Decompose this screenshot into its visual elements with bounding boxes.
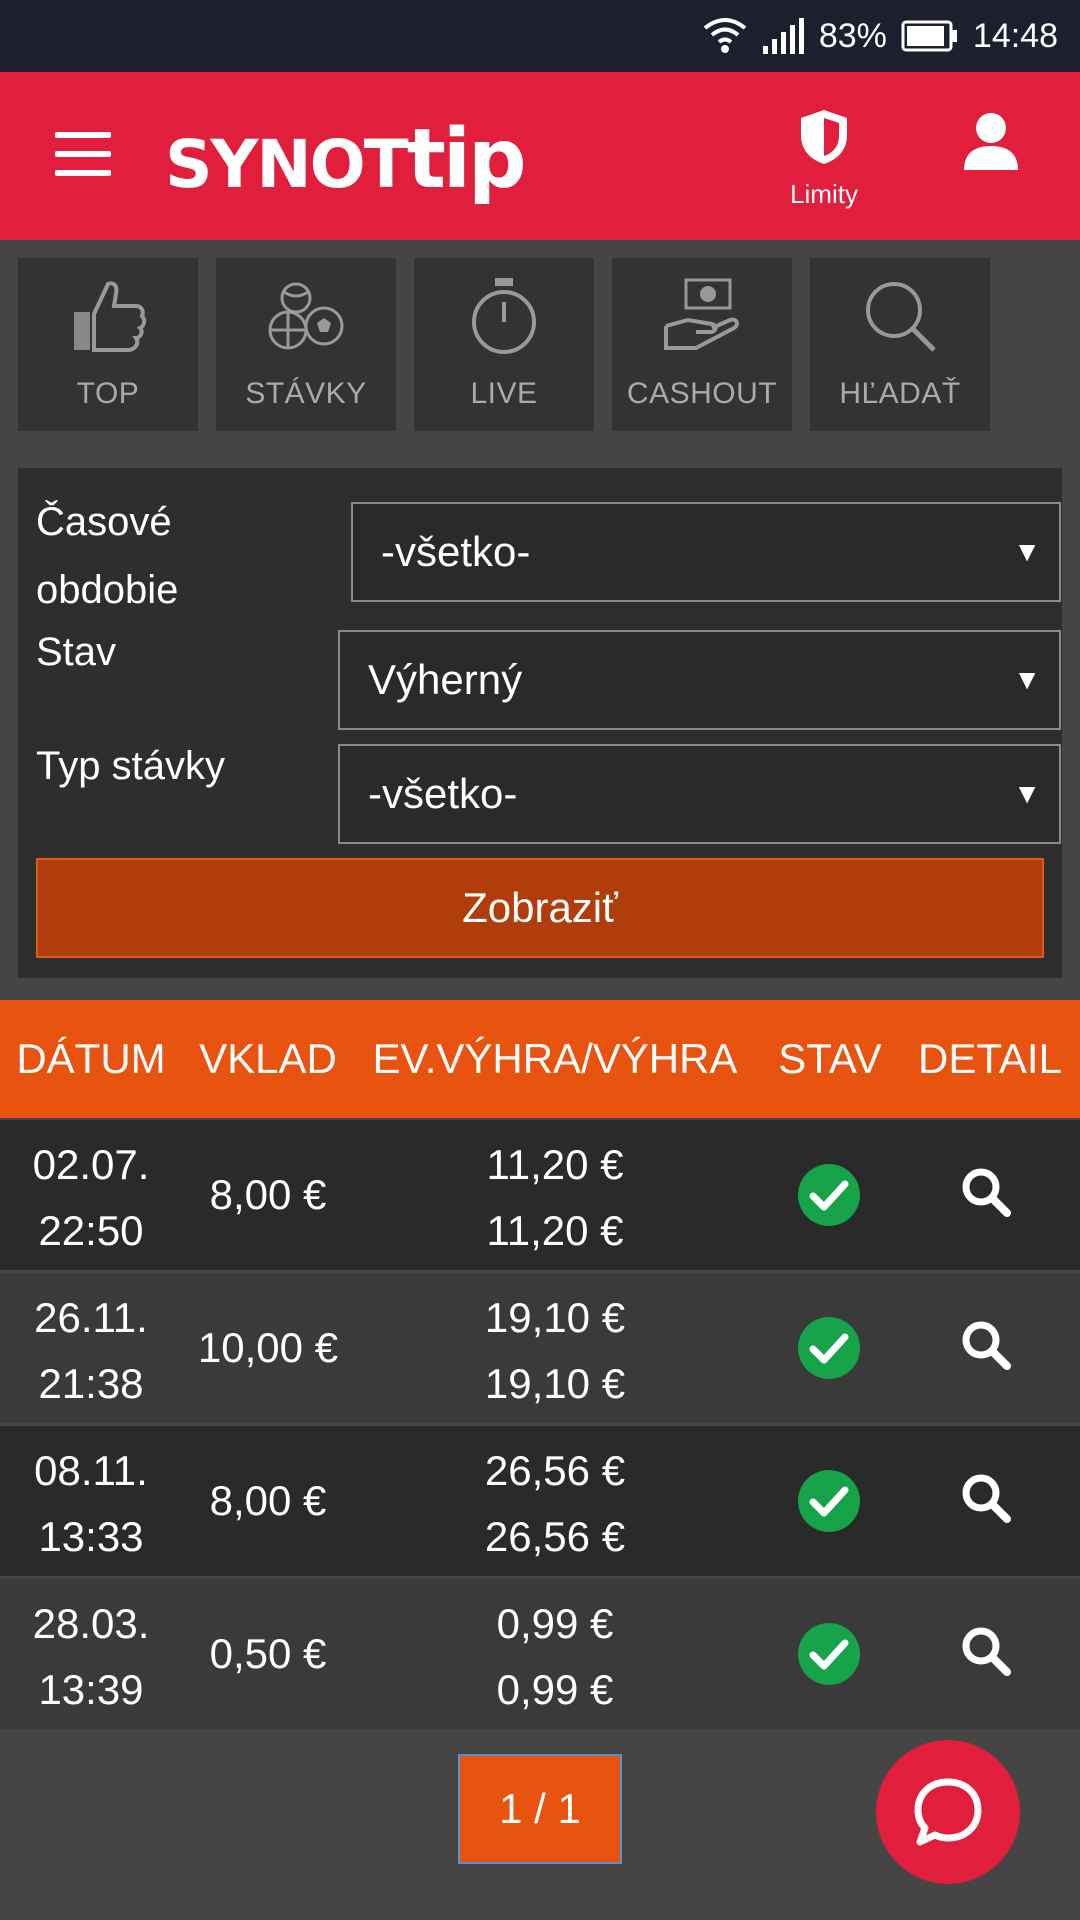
shield-icon <box>801 110 847 164</box>
dropdown-arrow-icon: ▼ <box>1013 778 1041 809</box>
row-date: 26.11. 21:38 <box>34 1294 148 1407</box>
table-header: DÁTUM VKLAD EV.VÝHRA/VÝHRA STAV DETAIL <box>0 1000 1080 1118</box>
clock: 14:48 <box>972 16 1058 55</box>
table-row[interactable]: 28.03. 13:39 0,50 € 0,99 €0,99 € <box>0 1579 1080 1729</box>
row-win: 0,99 €0,99 € <box>496 1600 614 1713</box>
tile-top-label: TOP <box>76 377 140 410</box>
show-button[interactable]: Zobraziť <box>36 858 1044 958</box>
row-date: 08.11. 13:33 <box>34 1447 148 1560</box>
dropdown-arrow-icon: ▼ <box>1013 536 1041 567</box>
check-icon <box>797 1316 861 1380</box>
dropdown-arrow-icon: ▼ <box>1013 664 1041 695</box>
detail-search-icon[interactable] <box>960 1166 1012 1228</box>
detail-search-icon[interactable] <box>960 1319 1012 1381</box>
synottip-logo[interactable]: SYNOTtip <box>165 112 527 207</box>
cash-hand-icon <box>664 278 739 350</box>
battery-percent: 83% <box>818 16 887 55</box>
signal-icon <box>761 18 805 54</box>
tile-live-label: LIVE <box>470 377 538 410</box>
battery-icon <box>901 20 959 52</box>
status-bar: 83% 14:48 <box>0 0 1080 72</box>
stopwatch-icon <box>472 278 536 354</box>
tile-search-label: HĽADAŤ <box>839 377 961 410</box>
bet-type-label: Typ stávky <box>36 744 225 788</box>
row-stake: 0,50 € <box>209 1630 327 1677</box>
tile-cashout[interactable]: CASHOUT <box>612 258 792 431</box>
state-label: Stav <box>36 630 117 674</box>
tile-bets-label: STÁVKY <box>245 377 367 410</box>
row-stake: 10,00 € <box>197 1324 339 1371</box>
tile-bets[interactable]: STÁVKY <box>216 258 396 431</box>
tile-cashout-label: CASHOUT <box>626 377 778 410</box>
detail-search-icon[interactable] <box>960 1625 1012 1687</box>
table-row[interactable]: 08.11. 13:33 8,00 € 26,56 €26,56 € <box>0 1426 1080 1576</box>
col-stake[interactable]: VKLAD <box>182 1000 354 1118</box>
limits-label: Limity <box>790 179 858 209</box>
row-win: 11,20 €11,20 € <box>486 1141 624 1254</box>
detail-search-icon[interactable] <box>960 1472 1012 1534</box>
user-icon[interactable] <box>962 112 1020 177</box>
row-date: 02.07. 22:50 <box>32 1141 150 1254</box>
period-select[interactable]: -všetko- ▼ <box>351 502 1061 602</box>
col-date[interactable]: DÁTUM <box>0 1000 182 1118</box>
pagination-button[interactable]: 1 / 1 <box>458 1754 622 1864</box>
app-header: SYNOTtip Limity <box>0 72 1080 240</box>
bet-type-select[interactable]: -všetko- ▼ <box>338 744 1061 844</box>
nav-tiles: TOP STÁVKY LIVE CASHOUT HĽADAŤ <box>18 258 990 431</box>
check-icon <box>797 1163 861 1227</box>
menu-icon[interactable] <box>55 132 111 176</box>
chat-bubble-icon <box>914 1778 982 1846</box>
table-row[interactable]: 02.07. 22:50 8,00 € 11,20 €11,20 € <box>0 1120 1080 1270</box>
table-row[interactable]: 26.11. 21:38 10,00 € 19,10 €19,10 € <box>0 1273 1080 1423</box>
search-icon <box>866 282 936 352</box>
sports-balls-icon <box>268 282 344 350</box>
row-stake: 8,00 € <box>209 1171 327 1218</box>
tile-search[interactable]: HĽADAŤ <box>810 258 990 431</box>
tile-top[interactable]: TOP <box>18 258 198 431</box>
col-win[interactable]: EV.VÝHRA/VÝHRA <box>370 1000 740 1118</box>
chat-button[interactable] <box>876 1740 1020 1884</box>
filter-panel: Časové obdobie -všetko- ▼ Stav Výherný ▼… <box>18 468 1062 978</box>
wifi-icon <box>703 16 747 56</box>
limits-button[interactable]: Limity <box>780 108 868 210</box>
row-date: 28.03. 13:39 <box>32 1600 150 1713</box>
thumbs-up-icon <box>74 281 147 352</box>
row-stake: 8,00 € <box>209 1477 327 1524</box>
state-select[interactable]: Výherný ▼ <box>338 630 1061 730</box>
col-detail[interactable]: DETAIL <box>910 1000 1070 1118</box>
tile-live[interactable]: LIVE <box>414 258 594 431</box>
row-win: 26,56 €26,56 € <box>484 1447 626 1560</box>
period-label: Časové obdobie <box>36 500 179 612</box>
check-icon <box>797 1469 861 1533</box>
check-icon <box>797 1622 861 1686</box>
col-state[interactable]: STAV <box>760 1000 900 1118</box>
row-win: 19,10 €19,10 € <box>484 1294 626 1407</box>
